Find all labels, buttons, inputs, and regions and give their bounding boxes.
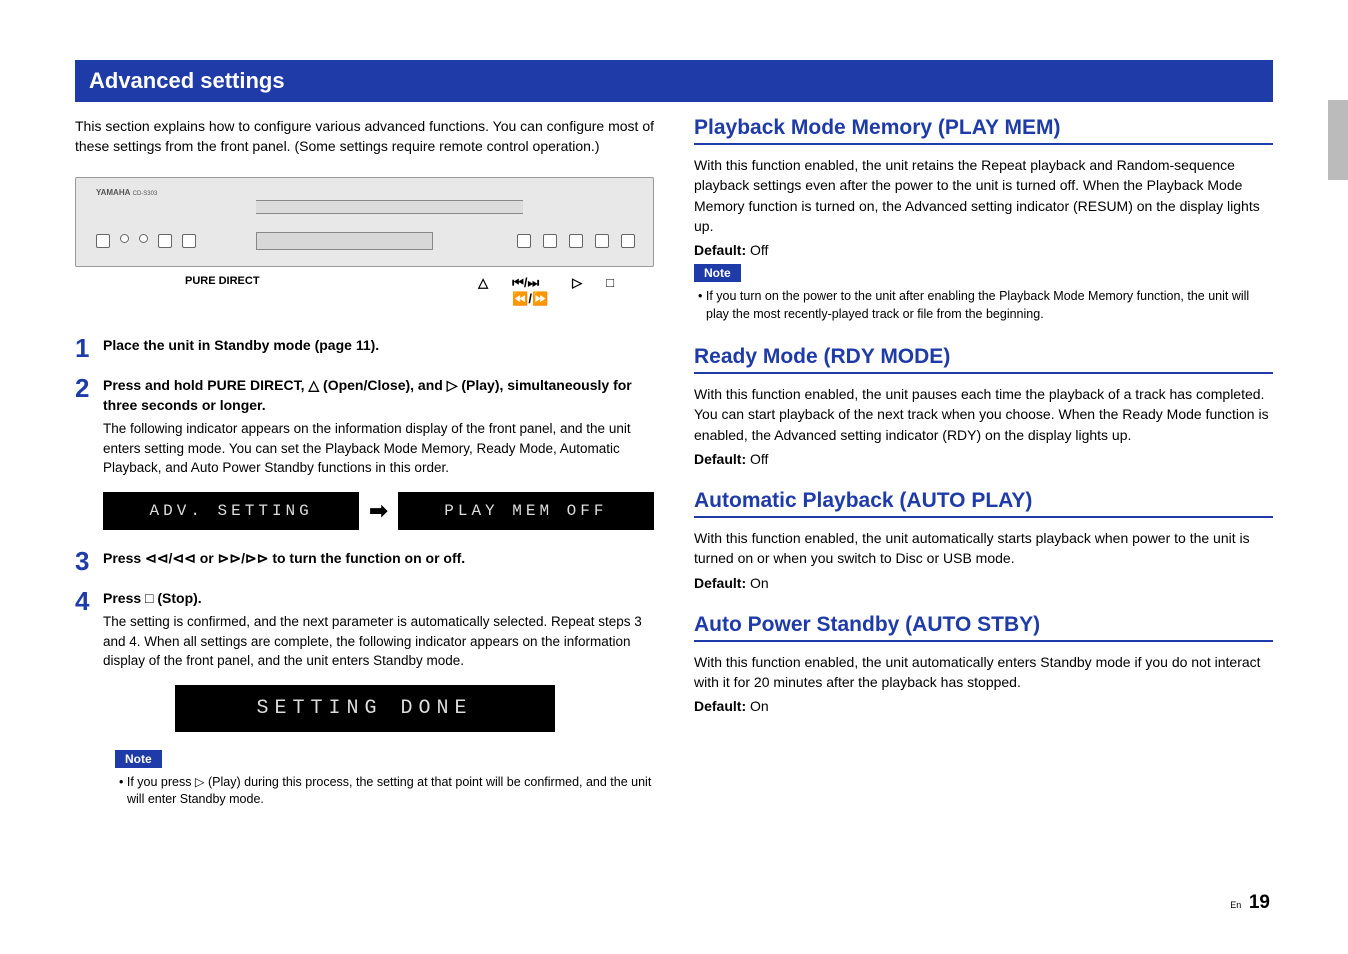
device-button <box>182 234 196 248</box>
note-badge: Note <box>694 264 741 282</box>
device-button <box>96 234 110 248</box>
device-button <box>517 234 531 248</box>
device-button <box>543 234 557 248</box>
page-title: Advanced settings <box>75 60 1273 102</box>
default-line: Default: Off <box>694 242 1273 258</box>
step-title: Press and hold PURE DIRECT, △ (Open/Clos… <box>103 375 654 416</box>
device-brand-label: YAMAHA CD-S303 <box>96 188 157 197</box>
device-button <box>158 234 172 248</box>
step-number: 4 <box>75 588 103 671</box>
intro-paragraph: This section explains how to configure v… <box>75 116 654 157</box>
device-knob-icon <box>120 234 129 243</box>
section-heading: Automatic Playback (AUTO PLAY) <box>694 489 1273 518</box>
note-text: • If you turn on the power to the unit a… <box>694 288 1273 323</box>
footer-lang: En <box>1230 900 1241 910</box>
device-tray <box>256 200 523 214</box>
step-1: 1 Place the unit in Standby mode (page 1… <box>75 335 654 361</box>
section-body: With this function enabled, the unit aut… <box>694 528 1273 569</box>
step-number: 2 <box>75 375 103 478</box>
play-icon: ▷ <box>572 275 582 307</box>
step-number: 3 <box>75 548 103 574</box>
device-callouts: PURE DIRECT △ ⏮/⏭⏪/⏩ ▷ □ <box>75 275 654 307</box>
device-right-buttons <box>517 234 635 248</box>
section-body: With this function enabled, the unit pau… <box>694 384 1273 445</box>
lcd-sequence: ADV. SETTING ➡ PLAY MEM OFF <box>103 492 654 530</box>
section-heading: Auto Power Standby (AUTO STBY) <box>694 613 1273 642</box>
note-text: • If you press ▷ (Play) during this proc… <box>115 774 654 809</box>
stop-icon: □ <box>606 275 614 307</box>
section-heading: Ready Mode (RDY MODE) <box>694 345 1273 374</box>
device-button <box>569 234 583 248</box>
note-badge: Note <box>115 750 162 768</box>
eject-icon: △ <box>478 275 488 307</box>
page-number: 19 <box>1249 892 1270 913</box>
callout-pure-direct: PURE DIRECT <box>185 275 260 307</box>
left-column: This section explains how to configure v… <box>75 116 654 809</box>
side-tab <box>1328 100 1348 180</box>
step-description: The setting is confirmed, and the next p… <box>103 612 654 671</box>
default-line: Default: On <box>694 575 1273 591</box>
step-description: The following indicator appears on the i… <box>103 419 654 478</box>
device-button <box>595 234 609 248</box>
section-body: With this function enabled, the unit aut… <box>694 652 1273 693</box>
arrow-right-icon: ➡ <box>369 498 387 524</box>
device-knob-icon <box>139 234 148 243</box>
step-number: 1 <box>75 335 103 361</box>
step-title: Press ⊲⊲/⊲⊲ or ⊳⊳/⊳⊳ to turn the functio… <box>103 548 654 568</box>
device-illustration: YAMAHA CD-S303 <box>75 177 654 267</box>
default-line: Default: On <box>694 698 1273 714</box>
lcd-display: PLAY MEM OFF <box>398 492 654 530</box>
lcd-display: ADV. SETTING <box>103 492 359 530</box>
step-4: 4 Press □ (Stop). The setting is confirm… <box>75 588 654 671</box>
device-left-buttons <box>96 234 196 248</box>
lcd-display-done: SETTING DONE <box>175 685 555 732</box>
section-body: With this function enabled, the unit ret… <box>694 155 1273 236</box>
step-title: Place the unit in Standby mode (page 11)… <box>103 335 654 355</box>
step-title: Press □ (Stop). <box>103 588 654 608</box>
two-column-layout: This section explains how to configure v… <box>75 116 1273 809</box>
default-line: Default: Off <box>694 451 1273 467</box>
right-column: Playback Mode Memory (PLAY MEM) With thi… <box>694 116 1273 809</box>
device-display-panel <box>256 232 433 250</box>
step-2: 2 Press and hold PURE DIRECT, △ (Open/Cl… <box>75 375 654 478</box>
step-3: 3 Press ⊲⊲/⊲⊲ or ⊳⊳/⊳⊳ to turn the funct… <box>75 548 654 574</box>
section-heading: Playback Mode Memory (PLAY MEM) <box>694 116 1273 145</box>
page-footer: En 19 <box>1230 892 1270 914</box>
skip-icon: ⏮/⏭⏪/⏩ <box>512 275 548 307</box>
device-button <box>621 234 635 248</box>
